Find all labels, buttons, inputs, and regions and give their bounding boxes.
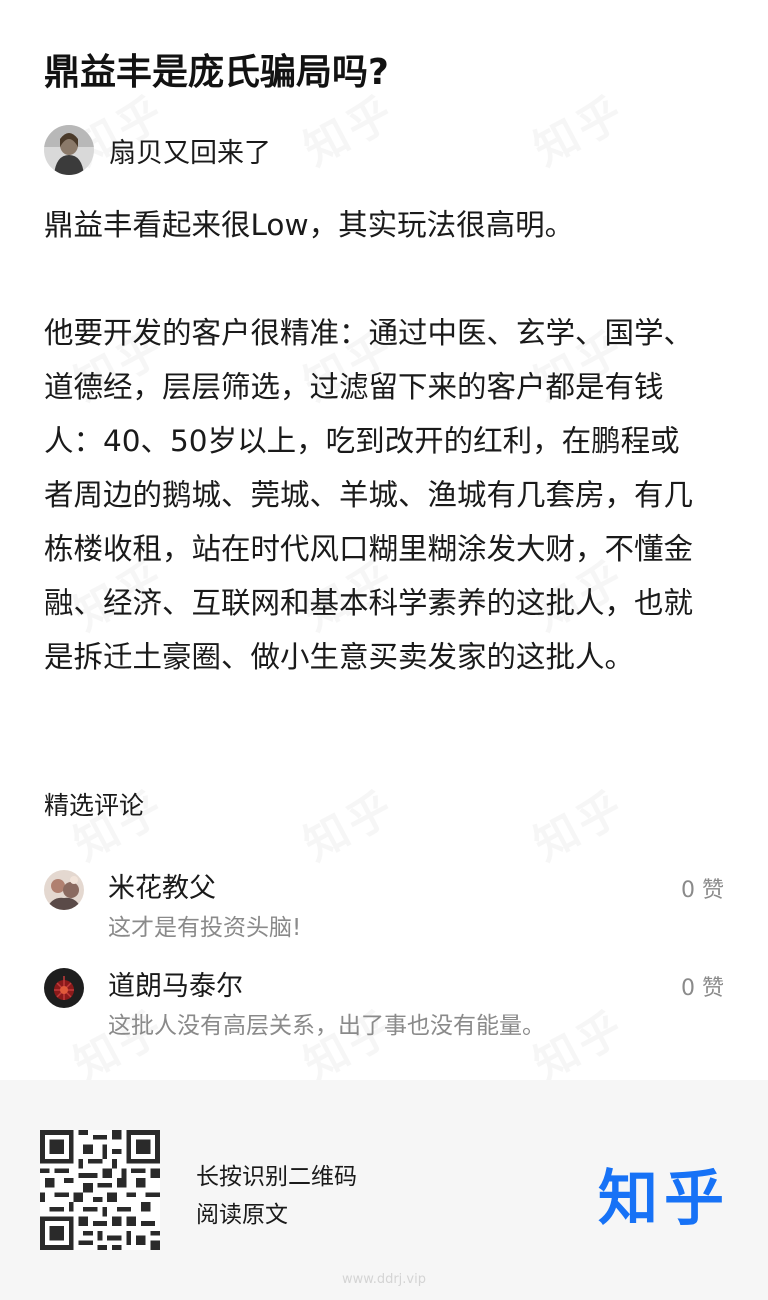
author-name[interactable]: 扇贝又回来了 bbox=[109, 131, 271, 170]
read-original-hint[interactable]: 阅读原文 bbox=[196, 1196, 357, 1234]
site-watermark: www.ddrj.vip bbox=[342, 1272, 426, 1287]
scan-hint: 长按识别二维码 bbox=[196, 1164, 357, 1190]
commenter-name[interactable]: 米花教父 bbox=[108, 866, 216, 905]
qr-code-icon[interactable] bbox=[40, 1130, 160, 1250]
answer-content: 鼎益丰看起来很Low，其实玩法很高明。 他要开发的客户很精准：通过中医、玄学、国… bbox=[44, 198, 704, 684]
watermark: 知乎 bbox=[521, 771, 636, 873]
comment-item[interactable]: 米花教父 这才是有投资头脑! 0 赞 bbox=[44, 866, 724, 946]
author-avatar[interactable] bbox=[44, 125, 94, 175]
comments-section-title: 精选评论 bbox=[44, 791, 145, 820]
author-row[interactable]: 扇贝又回来了 bbox=[44, 124, 271, 176]
zhihu-logo: 知乎 bbox=[598, 1164, 730, 1234]
like-count[interactable]: 0 赞 bbox=[681, 872, 724, 904]
comment-text: 这才是有投资头脑! bbox=[108, 915, 302, 941]
commenter-avatar[interactable] bbox=[44, 870, 84, 910]
comment-text: 这批人没有高层关系，出了事也没有能量。 bbox=[108, 1013, 545, 1039]
question-title[interactable]: 鼎益丰是庞氏骗局吗? bbox=[44, 50, 734, 96]
answer-paragraph: 他要开发的客户很精准：通过中医、玄学、国学、道德经，层层筛选，过滤留下来的客户都… bbox=[44, 316, 694, 674]
watermark: 知乎 bbox=[291, 771, 406, 873]
answer-paragraph: 鼎益丰看起来很Low，其实玩法很高明。 bbox=[44, 208, 575, 242]
commenter-avatar[interactable] bbox=[44, 968, 84, 1008]
footer-instructions: 长按识别二维码 阅读原文 bbox=[196, 1158, 357, 1234]
footer-bar: 长按识别二维码 阅读原文 知乎 bbox=[0, 1080, 768, 1300]
commenter-name[interactable]: 道朗马泰尔 bbox=[108, 964, 243, 1003]
comment-item[interactable]: 道朗马泰尔 这批人没有高层关系，出了事也没有能量。 0 赞 bbox=[44, 964, 724, 1044]
like-count[interactable]: 0 赞 bbox=[681, 970, 724, 1002]
